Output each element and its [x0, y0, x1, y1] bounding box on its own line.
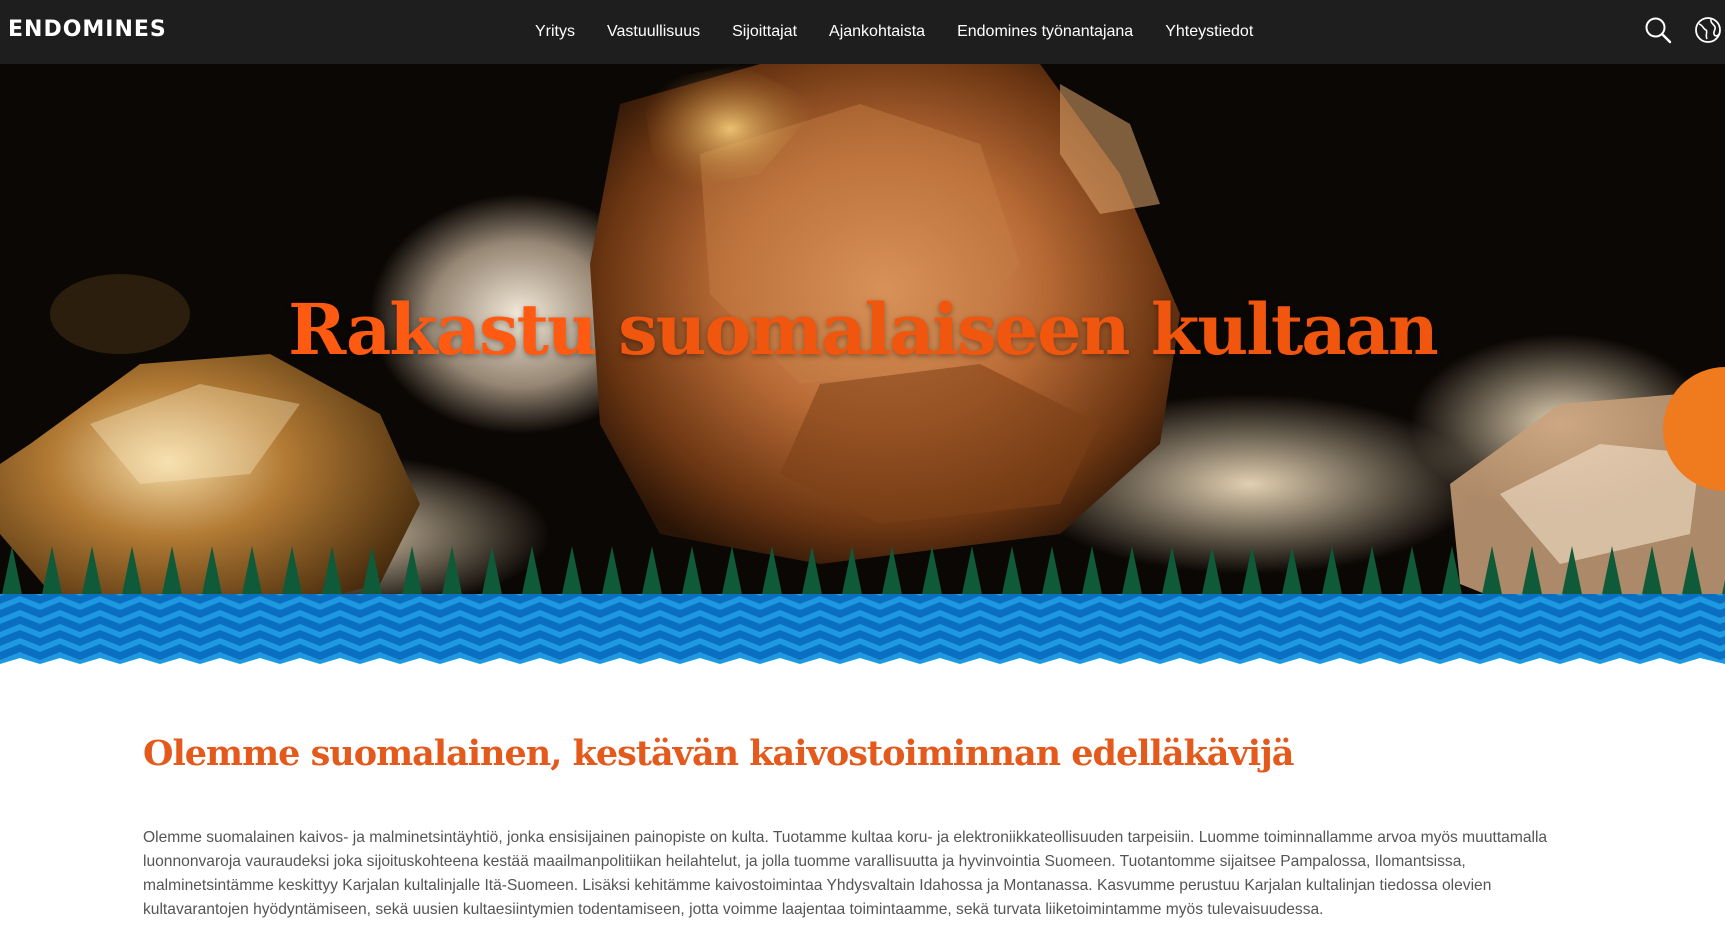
intro-paragraph: Olemme suomalainen kaivos- ja malminetsi…	[143, 829, 1548, 918]
nav-item-yritys[interactable]: Yritys	[519, 22, 591, 42]
hero-title: Rakastu suomalaiseen kultaan	[0, 288, 1725, 372]
hero-banner: Rakastu suomalaiseen kultaan	[0, 64, 1725, 674]
search-icon	[1645, 17, 1672, 44]
search-button[interactable]	[1643, 15, 1673, 45]
hero-title-part2: suomalaiseen kultaan	[618, 288, 1439, 371]
nav-item-endomines-tyonantajana[interactable]: Endomines työnantajana	[941, 22, 1149, 42]
globe-language-icon	[1695, 17, 1721, 43]
endomines-logo[interactable]: ENDOMINES	[8, 17, 167, 43]
nav-item-ajankohtaista[interactable]: Ajankohtaista	[813, 22, 941, 42]
nav-item-yhteystiedot[interactable]: Yhteystiedot	[1149, 22, 1269, 42]
nav-item-sijoittajat[interactable]: Sijoittajat	[716, 22, 813, 42]
hero-title-part1: Rakastu	[288, 288, 598, 371]
page: ENDOMINES Yritys Vastuullisuus Sijoittaj…	[0, 0, 1725, 930]
section-heading: Olemme suomalainen, kestävän kaivostoimi…	[143, 733, 1294, 774]
language-button[interactable]	[1693, 15, 1723, 45]
top-navigation-bar: ENDOMINES Yritys Vastuullisuus Sijoittaj…	[0, 0, 1725, 64]
main-navigation: Yritys Vastuullisuus Sijoittajat Ajankoh…	[519, 0, 1269, 64]
nav-item-vastuullisuus[interactable]: Vastuullisuus	[591, 22, 716, 42]
